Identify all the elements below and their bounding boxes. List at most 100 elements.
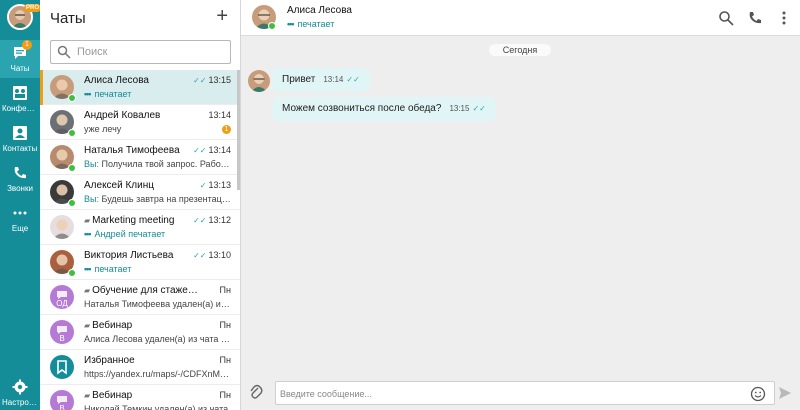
search-icon[interactable] xyxy=(718,10,734,26)
left-rail: PRO Чаты 1 Конференции Контакты Звонки Е… xyxy=(0,0,42,410)
send-icon[interactable] xyxy=(778,386,792,400)
online-indicator xyxy=(68,94,76,102)
chat-time: 13:14 xyxy=(208,110,231,120)
chat-name: ▰ Marketing meeting xyxy=(84,215,175,226)
chat-time: ✓✓ 13:15 xyxy=(193,75,231,85)
sender-avatar xyxy=(248,70,270,92)
chat-list-item[interactable]: Алексей Клинц ✓ 13:13 Вы: Будешь завтра на … xyxy=(40,175,240,210)
more-icon xyxy=(13,211,27,215)
chat-preview: Николай Темкин удален(а) из чата xyxy=(84,404,229,410)
bookmark-icon xyxy=(57,360,67,375)
group-chat-icon: ▰ xyxy=(84,216,91,225)
chat-time: Пн xyxy=(219,390,231,400)
unread-badge: 1 xyxy=(22,40,32,50)
chat-header: Алиса Лесова ••• печатает xyxy=(241,0,800,36)
rail-item-label: Конференции xyxy=(2,104,40,113)
chat-name: Алексей Клинц xyxy=(84,180,154,191)
message-input-box[interactable] xyxy=(275,381,775,405)
chat-preview: уже лечу xyxy=(84,124,122,134)
chat-preview: ••• Андрей печатает xyxy=(84,229,166,239)
chat-time: ✓ 13:13 xyxy=(199,180,231,190)
chat-time: Пн xyxy=(219,285,231,295)
avatar xyxy=(50,355,74,379)
chat-name: Алиса Лесова xyxy=(84,75,149,86)
chat-list-item[interactable]: Андрей Ковалев 13:14 уже лечу 1 xyxy=(40,105,240,140)
chat-preview: https://yandex.ru/maps/-/CDFXnM9G xyxy=(84,369,232,379)
chat-panel: Алиса Лесова ••• печатает Сегодня Привет 1… xyxy=(241,0,800,410)
chat-preview: Наталья Тимофеева удален(а) из чата xyxy=(84,299,232,309)
chat-list-item[interactable]: ОД ▰ Обучение для стажеров Пн Наталья Тимофе… xyxy=(40,280,240,315)
chat-time: ✓✓ 13:14 xyxy=(193,145,231,155)
chat-name: ▰ Обучение для стажеров xyxy=(84,285,199,296)
conference-icon xyxy=(13,86,27,100)
chat-list: Алиса Лесова ✓✓ 13:15 ••• печатает Андрей Ков… xyxy=(40,70,240,410)
pro-badge: PRO xyxy=(24,4,42,12)
rail-item-label: Звонки xyxy=(7,184,33,193)
group-chat-icon: ▰ xyxy=(84,321,91,330)
rail-item-contacts[interactable]: Контакты xyxy=(0,120,40,158)
contact-name[interactable]: Алиса Лесова xyxy=(287,5,352,16)
avatar: В xyxy=(50,320,74,344)
online-indicator xyxy=(68,269,76,277)
chat-name: Виктория Листьева xyxy=(84,250,174,261)
online-indicator xyxy=(68,164,76,172)
chat-list-panel: Чаты + Алиса Лесова ✓✓13:15 •••печатает Анд… xyxy=(40,0,241,410)
avatar-initials: ОД xyxy=(56,299,68,308)
chat-preview: ••• печатает xyxy=(84,89,132,99)
chat-list-item[interactable]: В ▰ Вебинар Пн Николай Темкин удален(а) из ч… xyxy=(40,385,240,410)
date-separator: Сегодня xyxy=(489,44,551,56)
gear-icon xyxy=(12,379,28,395)
chat-list-item[interactable]: В ▰ Вебинар Пн Алиса Лесова удален(а) из чат… xyxy=(40,315,240,350)
rail-item-conferences[interactable]: Конференции xyxy=(0,80,40,118)
chat-name: ▰ Вебинар xyxy=(84,390,133,401)
avatar-initials: В xyxy=(59,404,65,410)
person-photo xyxy=(53,219,71,239)
chat-time: ✓✓ 13:12 xyxy=(193,215,231,225)
unread-badge: 1 xyxy=(222,125,231,134)
message-bubble[interactable]: Привет 13:14 ✓✓ xyxy=(272,68,370,92)
phone-icon xyxy=(14,167,26,179)
attach-icon[interactable] xyxy=(249,384,263,400)
search-input[interactable] xyxy=(77,44,227,60)
group-chat-icon: ▰ xyxy=(84,286,91,295)
message-text: Привет xyxy=(282,74,316,85)
emoji-icon[interactable] xyxy=(750,386,766,402)
message-input[interactable] xyxy=(280,386,740,402)
chat-list-item[interactable]: Алиса Лесова ✓✓ 13:15 ••• печатает xyxy=(40,70,240,105)
search-icon xyxy=(57,45,71,59)
chat-time: Пн xyxy=(219,320,231,330)
avatar: В xyxy=(50,390,74,410)
new-chat-button[interactable]: + xyxy=(216,6,228,26)
chat-time: Пн xyxy=(219,355,231,365)
chat-preview: Вы: Будешь завтра на презентации? xyxy=(84,194,232,204)
rail-item-label: Еще xyxy=(11,224,29,233)
chat-list-item[interactable]: Избранное Пн https://yandex.ru/maps/-/CDFX… xyxy=(40,350,240,385)
online-indicator xyxy=(68,129,76,137)
phone-icon[interactable] xyxy=(747,10,763,26)
group-chat-icon: ▰ xyxy=(84,391,91,400)
rail-item-settings[interactable]: Настройки xyxy=(0,374,40,410)
chat-name: Избранное xyxy=(84,355,135,366)
chat-list-item[interactable]: ▰ Marketing meeting ✓✓ 13:12 ••• Андрей печат… xyxy=(40,210,240,245)
chat-name: Наталья Тимофеева xyxy=(84,145,180,156)
chat-list-item[interactable]: Виктория Листьева ✓✓ 13:10 ••• печатает xyxy=(40,245,240,280)
online-indicator xyxy=(68,199,76,207)
message-bubble[interactable]: Можем созвониться после обеда? 13:15 ✓✓ xyxy=(272,97,496,121)
more-vertical-icon[interactable] xyxy=(776,10,792,26)
search-box[interactable] xyxy=(50,40,231,64)
rail-item-calls[interactable]: Звонки xyxy=(0,160,40,198)
typing-status: ••• печатает xyxy=(287,19,335,29)
rail-item-label: Чаты xyxy=(10,64,30,73)
rail-item-label: Настройки xyxy=(2,398,40,407)
scrollbar[interactable] xyxy=(237,70,240,190)
chat-list-title: Чаты xyxy=(50,10,86,27)
message-time: 13:14 ✓✓ xyxy=(323,75,360,84)
contacts-icon xyxy=(13,126,27,140)
rail-item-chats[interactable]: Чаты 1 xyxy=(0,40,40,78)
chat-list-item[interactable]: Наталья Тимофеева ✓✓ 13:14 Вы: Получила тво… xyxy=(40,140,240,175)
chat-time: ✓✓ 13:10 xyxy=(193,250,231,260)
chat-list-header: Чаты + xyxy=(40,0,240,36)
rail-item-more[interactable]: Еще xyxy=(0,200,40,238)
online-indicator xyxy=(268,22,276,30)
avatar xyxy=(50,215,74,239)
